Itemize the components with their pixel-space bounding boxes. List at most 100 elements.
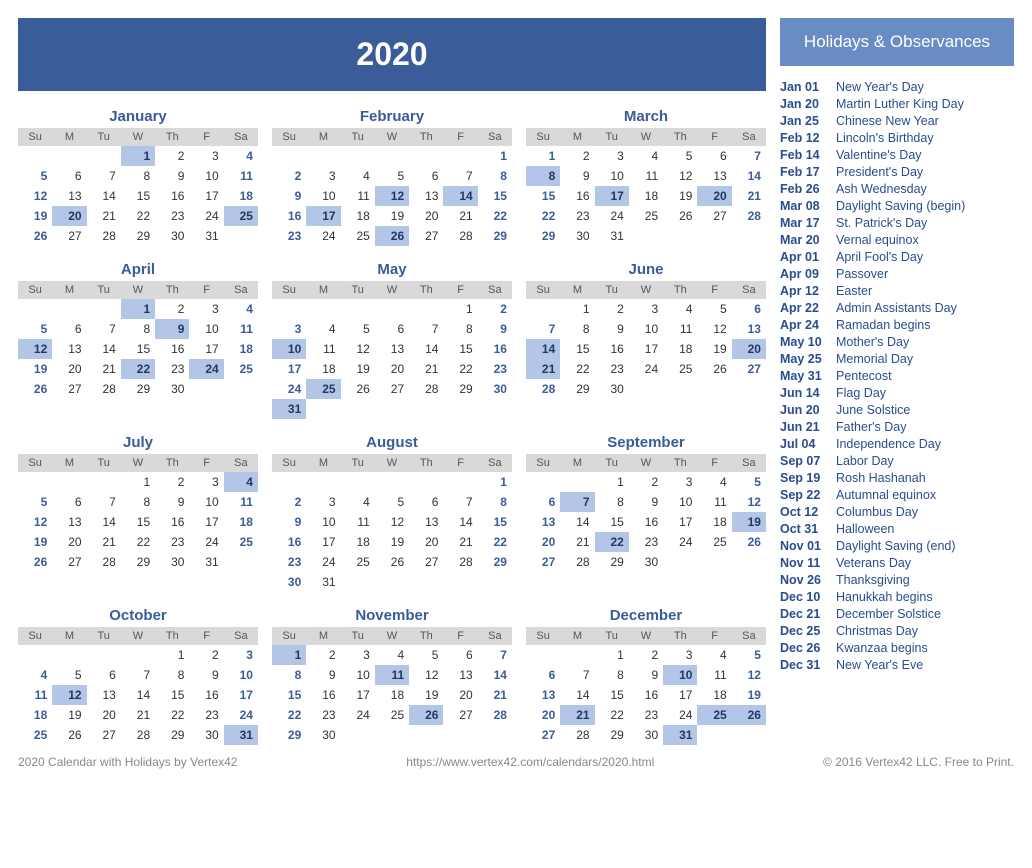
day-cell: 7 <box>409 319 443 339</box>
holiday-name: Ash Wednesday <box>836 182 927 196</box>
day-cell: 31 <box>595 226 629 246</box>
day-cell: 29 <box>272 725 306 745</box>
holiday-row: Mar 17St. Patrick's Day <box>780 214 1014 231</box>
day-cell: 23 <box>272 226 306 246</box>
day-cell: 26 <box>18 552 52 572</box>
dow-cell: Sa <box>224 454 258 472</box>
day-cell: 17 <box>189 339 223 359</box>
day-cell <box>697 226 731 246</box>
day-cell: 26 <box>409 705 443 725</box>
day-cell: 3 <box>189 146 223 166</box>
holiday-date: Mar 17 <box>780 216 828 230</box>
day-cell: 5 <box>18 166 52 186</box>
day-cell: 27 <box>87 725 121 745</box>
day-cell: 17 <box>663 512 697 532</box>
day-cell: 7 <box>560 492 594 512</box>
holiday-row: Feb 14Valentine's Day <box>780 146 1014 163</box>
day-cell: 18 <box>224 186 258 206</box>
dow-cell: Th <box>663 454 697 472</box>
dow-cell: Sa <box>224 128 258 146</box>
dow-cell: F <box>189 627 223 645</box>
day-cell: 18 <box>697 685 731 705</box>
day-cell <box>306 399 340 419</box>
day-cell <box>697 552 731 572</box>
day-cell <box>52 299 86 319</box>
day-cell: 18 <box>224 512 258 532</box>
day-cell: 1 <box>121 146 155 166</box>
holiday-date: Dec 31 <box>780 658 828 672</box>
day-cell: 9 <box>189 665 223 685</box>
day-cell <box>409 399 443 419</box>
days-grid: 1234567891011121314151617181920212223242… <box>272 645 512 745</box>
month-name: November <box>272 602 512 627</box>
day-cell: 6 <box>52 166 86 186</box>
day-cell: 18 <box>375 685 409 705</box>
dow-row: SuMTuWThFSa <box>272 627 512 645</box>
dow-cell: W <box>375 281 409 299</box>
day-cell <box>375 472 409 492</box>
day-cell: 10 <box>663 492 697 512</box>
day-cell: 25 <box>629 206 663 226</box>
day-cell: 2 <box>155 299 189 319</box>
holiday-date: Dec 10 <box>780 590 828 604</box>
dow-cell: Sa <box>732 627 766 645</box>
day-cell <box>409 299 443 319</box>
day-cell: 1 <box>443 299 477 319</box>
dow-cell: W <box>375 128 409 146</box>
day-cell <box>224 226 258 246</box>
dow-cell: Tu <box>87 627 121 645</box>
day-cell <box>52 472 86 492</box>
holiday-date: Apr 22 <box>780 301 828 315</box>
day-cell: 8 <box>272 665 306 685</box>
holiday-row: Mar 08Daylight Saving (begin) <box>780 197 1014 214</box>
day-cell: 23 <box>560 206 594 226</box>
day-cell <box>732 725 766 745</box>
dow-cell: Tu <box>341 281 375 299</box>
day-cell: 20 <box>526 705 560 725</box>
day-cell: 21 <box>560 705 594 725</box>
day-cell: 26 <box>732 705 766 725</box>
holiday-date: Apr 24 <box>780 318 828 332</box>
dow-cell: W <box>375 454 409 472</box>
day-cell: 20 <box>409 206 443 226</box>
month-december: DecemberSuMTuWThFSa123456789101112131415… <box>526 602 766 745</box>
day-cell: 21 <box>443 532 477 552</box>
holiday-row: Feb 12Lincoln's Birthday <box>780 129 1014 146</box>
holiday-name: President's Day <box>836 165 923 179</box>
holiday-row: Nov 26Thanksgiving <box>780 571 1014 588</box>
day-cell: 4 <box>341 492 375 512</box>
day-cell <box>306 472 340 492</box>
holiday-date: Nov 01 <box>780 539 828 553</box>
dow-cell: Tu <box>87 454 121 472</box>
day-cell: 31 <box>189 226 223 246</box>
day-cell: 5 <box>409 645 443 665</box>
day-cell: 15 <box>478 512 512 532</box>
day-cell: 8 <box>560 319 594 339</box>
day-cell: 20 <box>52 532 86 552</box>
day-cell: 27 <box>52 379 86 399</box>
day-cell: 30 <box>306 725 340 745</box>
day-cell: 8 <box>478 166 512 186</box>
day-cell: 4 <box>18 665 52 685</box>
holiday-date: Sep 07 <box>780 454 828 468</box>
days-grid: 1234567891011121314151617181920212223242… <box>272 472 512 592</box>
day-cell: 27 <box>375 379 409 399</box>
day-cell: 23 <box>155 532 189 552</box>
day-cell: 7 <box>87 319 121 339</box>
day-cell: 3 <box>189 299 223 319</box>
day-cell: 18 <box>663 339 697 359</box>
day-cell: 17 <box>663 685 697 705</box>
day-cell: 24 <box>272 379 306 399</box>
day-cell <box>443 472 477 492</box>
day-cell: 6 <box>526 492 560 512</box>
day-cell: 1 <box>595 472 629 492</box>
dow-row: SuMTuWThFSa <box>18 627 258 645</box>
holiday-row: May 31Pentecost <box>780 367 1014 384</box>
day-cell: 12 <box>409 665 443 685</box>
day-cell: 7 <box>87 166 121 186</box>
holiday-row: Jun 14Flag Day <box>780 384 1014 401</box>
day-cell: 19 <box>732 512 766 532</box>
day-cell: 30 <box>155 379 189 399</box>
day-cell: 2 <box>155 472 189 492</box>
day-cell: 14 <box>121 685 155 705</box>
